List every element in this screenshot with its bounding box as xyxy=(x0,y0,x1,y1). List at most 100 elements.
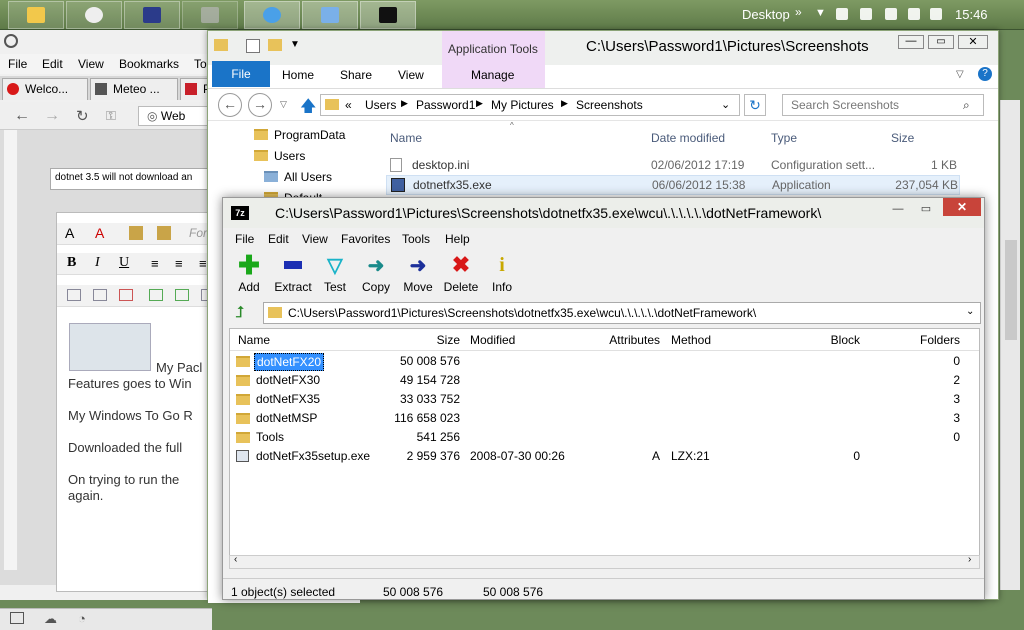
cloud-icon[interactable]: ☁ xyxy=(44,611,57,627)
info-button[interactable]: i Info xyxy=(482,254,522,295)
network-icon[interactable] xyxy=(885,8,897,20)
paste-text-icon[interactable] xyxy=(157,226,171,240)
tree-item-users[interactable]: Users xyxy=(254,149,305,163)
breadcrumb-separator[interactable]: ▶ xyxy=(476,98,483,109)
search-input[interactable]: Search Screenshots ⌕ xyxy=(782,94,984,116)
desktop-label[interactable]: Desktop xyxy=(742,7,790,22)
customize-qat-icon[interactable]: ▼ xyxy=(290,39,300,50)
menu-view[interactable]: View xyxy=(302,232,328,246)
panel-toggle-icon[interactable] xyxy=(10,612,24,624)
breadcrumb-password1[interactable]: Password1 xyxy=(416,98,475,112)
chevron-down-icon[interactable]: ⌄ xyxy=(966,306,974,317)
back-icon[interactable]: ← xyxy=(14,107,30,125)
horizontal-scrollbar[interactable]: ‹ › xyxy=(229,554,980,569)
recycle-icon[interactable] xyxy=(182,1,238,29)
close-button[interactable]: ✕ xyxy=(958,35,988,49)
menu-help[interactable]: Help xyxy=(445,232,470,246)
up-arrow-icon[interactable]: 🡅 xyxy=(300,95,316,122)
table-row[interactable]: dotNetFX30 49 154 728 2 xyxy=(236,371,976,389)
insert-col-icon[interactable] xyxy=(175,289,189,301)
flag-icon[interactable] xyxy=(836,8,848,20)
column-modified[interactable]: Modified xyxy=(470,333,515,347)
column-name[interactable]: Name xyxy=(390,131,422,145)
add-button[interactable]: ✚ Add xyxy=(229,250,269,295)
properties-icon[interactable] xyxy=(246,39,260,53)
reload-icon[interactable]: ↻ xyxy=(76,107,89,125)
back-button[interactable]: ← xyxy=(218,93,242,117)
menu-favorites[interactable]: Favorites xyxy=(341,232,390,246)
menu-tools[interactable]: To xyxy=(194,57,207,71)
scroll-left-icon[interactable]: ‹ xyxy=(234,554,237,565)
column-size[interactable]: Size xyxy=(410,333,460,347)
tab-meteo[interactable]: Meteo ... xyxy=(90,78,178,100)
column-size[interactable]: Size xyxy=(891,131,914,145)
paste-icon[interactable] xyxy=(129,226,143,240)
maximize-button[interactable]: ▭ xyxy=(913,202,939,218)
breadcrumb-my-pictures[interactable]: My Pictures xyxy=(491,98,554,112)
align-center-icon[interactable]: ≡ xyxy=(175,256,183,271)
table-row[interactable]: Tools 541 256 0 xyxy=(236,428,976,446)
table-row[interactable]: dotNetMSP 116 658 023 3 xyxy=(236,409,976,427)
menu-edit[interactable]: Edit xyxy=(268,232,289,246)
tree-item-all-users[interactable]: All Users xyxy=(264,170,332,184)
chevron-down-icon[interactable]: ▼ xyxy=(815,7,826,19)
breadcrumb-separator[interactable]: ▶ xyxy=(401,98,408,109)
font-select[interactable]: For xyxy=(189,226,207,240)
scrollbar-thumb[interactable] xyxy=(1005,240,1017,340)
file-row[interactable]: desktop.ini 02/06/2012 17:19 Configurati… xyxy=(390,156,960,174)
key-icon[interactable]: ⚿ xyxy=(106,108,116,124)
help-icon[interactable]: ? xyxy=(978,67,992,81)
table-row[interactable]: dotNetFX20 50 008 576 0 xyxy=(236,352,976,371)
scroll-right-icon[interactable]: › xyxy=(968,554,971,565)
file-row[interactable]: dotnetfx35.exe 06/06/2012 15:38 Applicat… xyxy=(386,175,960,195)
test-button[interactable]: ▽ Test xyxy=(315,254,355,295)
explorer-icon[interactable] xyxy=(8,1,64,29)
delete-button[interactable]: ✖ Delete xyxy=(441,252,481,294)
tab-file[interactable]: File xyxy=(212,61,270,87)
breadcrumb-overflow[interactable]: « xyxy=(345,98,352,112)
column-folders[interactable]: Folders xyxy=(870,333,960,347)
menu-file[interactable]: File xyxy=(235,232,254,246)
chevron-icon[interactable]: » xyxy=(795,5,802,19)
insert-row-icon[interactable] xyxy=(149,289,163,301)
menu-edit[interactable]: Edit xyxy=(42,57,63,71)
font-color-icon[interactable]: A xyxy=(95,225,104,241)
opera-icon[interactable] xyxy=(4,34,18,48)
tab-view[interactable]: View xyxy=(398,68,424,82)
menu-view[interactable]: View xyxy=(78,57,104,71)
clock[interactable]: 15:46 xyxy=(955,7,988,22)
column-name[interactable]: Name xyxy=(238,333,270,347)
align-right-icon[interactable]: ≡ xyxy=(199,256,207,271)
breadcrumb-users[interactable]: Users xyxy=(365,98,396,112)
move-button[interactable]: ➜ Move xyxy=(398,254,438,295)
table-row[interactable]: dotNetFx35setup.exe 2 959 376 2008-07-30… xyxy=(236,447,976,465)
tab-home[interactable]: Home xyxy=(282,68,314,82)
delete-table-icon[interactable] xyxy=(119,289,133,301)
underline-icon[interactable]: U xyxy=(119,255,129,271)
opera-icon[interactable] xyxy=(66,1,122,29)
table-props-icon[interactable] xyxy=(93,289,107,301)
expand-ribbon-icon[interactable]: ▽ xyxy=(956,69,964,80)
minimize-button[interactable]: — xyxy=(898,35,924,49)
title-field[interactable]: dotnet 3.5 will not download an xyxy=(50,168,212,190)
menu-file[interactable]: File xyxy=(8,57,27,71)
breadcrumb-screenshots[interactable]: Screenshots xyxy=(576,98,643,112)
menu-tools[interactable]: Tools xyxy=(402,232,430,246)
forward-button[interactable]: → xyxy=(248,93,272,117)
ie-icon[interactable] xyxy=(244,1,300,29)
vertical-scrollbar[interactable] xyxy=(1000,100,1020,590)
tab-manage[interactable]: Manage xyxy=(471,68,514,82)
close-button[interactable]: ✕ xyxy=(943,198,981,216)
table-row[interactable]: dotNetFX35 33 033 752 3 xyxy=(236,390,976,408)
tab-welcome[interactable]: Welco... xyxy=(2,78,88,100)
address-breadcrumb[interactable]: « Users ▶ Password1 ▶ My Pictures ▶ Scre… xyxy=(320,94,740,116)
recent-locations-icon[interactable]: ▽ xyxy=(280,99,287,110)
column-attributes[interactable]: Attributes xyxy=(570,333,660,347)
column-method[interactable]: Method xyxy=(671,333,711,347)
up-folder-icon[interactable]: ⮥ xyxy=(235,304,244,322)
forward-icon[interactable]: → xyxy=(44,107,60,125)
column-block[interactable]: Block xyxy=(790,333,860,347)
menu-bookmarks[interactable]: Bookmarks xyxy=(119,57,179,71)
copy-button[interactable]: ➜ Copy xyxy=(356,254,396,295)
search-engine-button[interactable]: ◎ Web xyxy=(138,106,208,126)
